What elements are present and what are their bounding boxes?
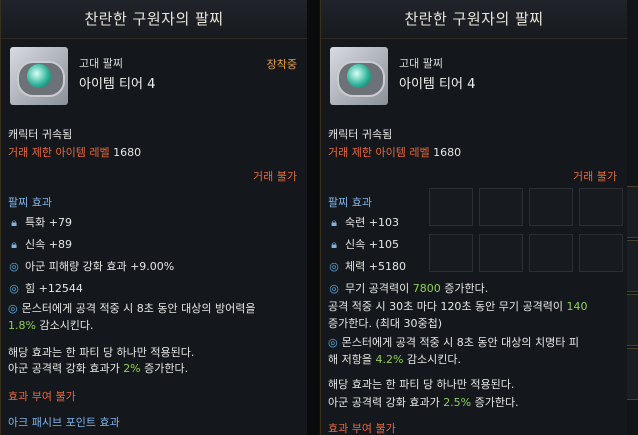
effect-section-title: 팔찌 효과 xyxy=(8,196,52,209)
trade-status: 거래 불가 xyxy=(573,170,617,183)
stat-line: 🔒︎ 신속 +89 xyxy=(8,236,72,252)
lock-icon: 🔒︎ xyxy=(331,216,337,229)
effect-description: ◎ 몬스터에게 공격 적중 시 8초 동안 대상의 치명타 피 해 저항을 4.2… xyxy=(328,336,579,366)
item-tooltip-right: 찬란한 구원자의 팔찌 고대 팔찌 아이템 티어 4 캐릭터 귀속됨 거래 제한… xyxy=(320,0,628,435)
no-grant-status: 효과 부여 불가 xyxy=(328,422,396,435)
effect-note: 아군 공격력 강화 효과가 2.5% 증가한다. xyxy=(328,396,519,409)
effect-note: 해당 효과는 한 파티 당 하나만 적용된다. xyxy=(8,346,195,359)
bound-status: 캐릭터 귀속됨 xyxy=(328,128,393,141)
item-header: 고대 팔찌 아이템 티어 4 xyxy=(321,39,627,111)
item-header: 고대 팔찌 아이템 티어 4 장착중 xyxy=(1,39,307,111)
tooltip-title: 찬란한 구원자의 팔찌 xyxy=(1,0,307,39)
background-inventory-edge xyxy=(627,0,638,435)
bracelet-icon xyxy=(10,47,68,105)
ring-icon: ◎ xyxy=(329,260,339,273)
item-tooltip-left: 찬란한 구원자의 팔찌 고대 팔찌 아이템 티어 4 장착중 캐릭터 귀속됨 거… xyxy=(0,0,308,435)
no-grant-status: 효과 부여 불가 xyxy=(8,390,76,403)
lock-icon: 🔒︎ xyxy=(11,238,17,251)
item-level: 거래 제한 아이템 레벨 1680 xyxy=(328,146,462,159)
effect-description: ◎ 몬스터에게 공격 적중 시 8초 동안 대상의 방어력을 1.8% 감소시킨다… xyxy=(8,302,256,332)
effect-note: 아군 공격력 강화 효과가 2% 증가한다. xyxy=(8,362,189,375)
ring-icon: ◎ xyxy=(329,282,339,295)
ring-icon: ◎ xyxy=(8,302,18,315)
stat-line: 🔒︎ 숙련 +103 xyxy=(328,214,399,230)
item-grade: 고대 팔찌 xyxy=(79,57,123,70)
stat-line: 🔒︎ 신속 +105 xyxy=(328,236,399,252)
effect-description: 공격 적중 시 30초 마다 120초 동안 무기 공격력이 140 증가한다.… xyxy=(328,300,588,330)
inventory-grid xyxy=(429,188,627,316)
trade-status: 거래 불가 xyxy=(253,170,297,183)
stat-line: 🔒︎ 특화 +79 xyxy=(8,214,72,230)
equipped-badge: 장착중 xyxy=(266,58,297,71)
item-grade: 고대 팔찌 xyxy=(399,57,443,70)
item-tier: 아이템 티어 4 xyxy=(399,77,476,92)
stat-line: ◎ 무기 공격력이 7800 증가한다. xyxy=(329,282,489,295)
ark-passive-title: 아크 패시브 포인트 효과 xyxy=(8,416,120,429)
lock-icon: 🔒︎ xyxy=(331,238,337,251)
ring-icon: ◎ xyxy=(328,336,338,349)
tooltip-title: 찬란한 구원자의 팔찌 xyxy=(321,0,627,39)
panel-gap xyxy=(307,0,319,435)
bound-status: 캐릭터 귀속됨 xyxy=(8,128,73,141)
lock-icon: 🔒︎ xyxy=(11,216,17,229)
item-level: 거래 제한 아이템 레벨 1680 xyxy=(8,146,142,159)
stat-line: ◎ 아군 피해량 강화 효과 +9.00% xyxy=(9,260,175,273)
item-tier: 아이템 티어 4 xyxy=(79,77,156,92)
ring-icon: ◎ xyxy=(9,260,19,273)
stat-line: ◎ 힘 +12544 xyxy=(9,282,83,295)
bracelet-icon xyxy=(330,47,388,105)
stat-line: ◎ 체력 +5180 xyxy=(329,260,406,273)
effect-note: 해당 효과는 한 파티 당 하나만 적용된다. xyxy=(328,378,515,391)
ring-icon: ◎ xyxy=(9,282,19,295)
effect-section-title: 팔찌 효과 xyxy=(328,196,372,209)
